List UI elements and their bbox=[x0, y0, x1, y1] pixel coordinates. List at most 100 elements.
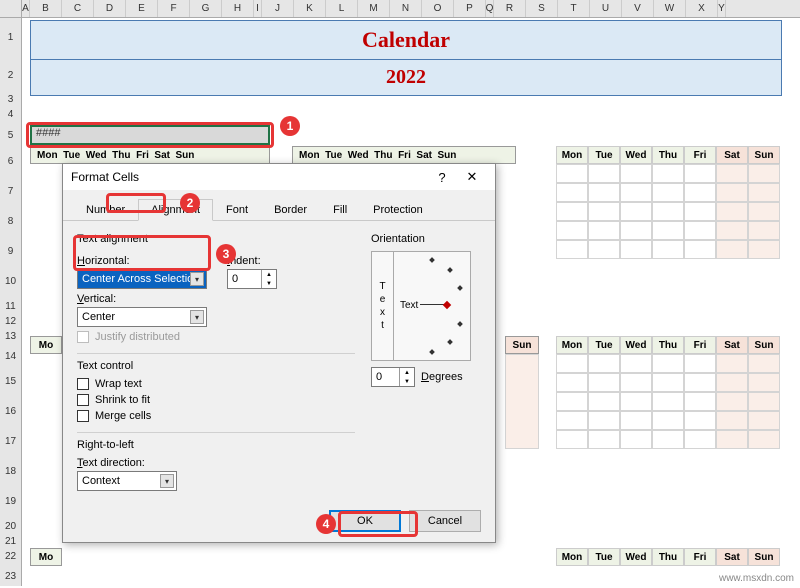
month9-head-sun: Sun bbox=[748, 548, 780, 566]
tab-alignment[interactable]: Alignment bbox=[138, 199, 213, 221]
indent-up-icon[interactable]: ▲ bbox=[262, 270, 276, 279]
col-U[interactable]: U bbox=[590, 0, 622, 17]
col-Q[interactable]: Q bbox=[486, 0, 494, 17]
ok-button[interactable]: OK bbox=[329, 510, 401, 532]
row-11[interactable]: 11 bbox=[0, 296, 22, 316]
row-4[interactable]: 4 bbox=[0, 104, 22, 125]
calendar-year-cell[interactable]: 2022 bbox=[30, 60, 782, 96]
merge-cells-checkbox[interactable]: Merge cells bbox=[77, 410, 355, 422]
row-8[interactable]: 8 bbox=[0, 206, 22, 236]
col-R[interactable]: R bbox=[494, 0, 526, 17]
col-A[interactable]: A bbox=[22, 0, 30, 17]
col-J[interactable]: J bbox=[262, 0, 294, 17]
close-button[interactable]: ✕ bbox=[457, 167, 487, 187]
month6-head-fri: Fri bbox=[684, 336, 716, 354]
row-18[interactable]: 18 bbox=[0, 456, 22, 486]
col-M[interactable]: M bbox=[358, 0, 390, 17]
col-E[interactable]: E bbox=[126, 0, 158, 17]
tab-border[interactable]: Border bbox=[261, 199, 320, 221]
col-H[interactable]: H bbox=[222, 0, 254, 17]
horizontal-select[interactable]: Center Across Selection ▾ bbox=[77, 269, 207, 289]
month3-head-fri: Fri bbox=[684, 146, 716, 164]
col-C[interactable]: C bbox=[62, 0, 94, 17]
col-D[interactable]: D bbox=[94, 0, 126, 17]
col-P[interactable]: P bbox=[454, 0, 486, 17]
col-T[interactable]: T bbox=[558, 0, 590, 17]
row-15[interactable]: 15 bbox=[0, 366, 22, 396]
row-20[interactable]: 20 bbox=[0, 516, 22, 536]
row-16[interactable]: 16 bbox=[0, 396, 22, 426]
row-2[interactable]: 2 bbox=[0, 56, 22, 94]
col-N[interactable]: N bbox=[390, 0, 422, 17]
row-13[interactable]: 13 bbox=[0, 326, 22, 346]
row-12[interactable]: 12 bbox=[0, 316, 22, 326]
horizontal-value: Center Across Selection bbox=[82, 273, 199, 285]
col-Y[interactable]: Y bbox=[718, 0, 726, 17]
month6-grid[interactable]: Mon Tue Wed Thu Fri Sat Sun bbox=[556, 336, 780, 449]
degrees-up-icon[interactable]: ▲ bbox=[400, 368, 414, 377]
month2-day-header-row[interactable]: Mon Tue Wed Thu Fri Sat Sun bbox=[292, 146, 516, 164]
shrink-to-fit-checkbox[interactable]: Shrink to fit bbox=[77, 394, 355, 406]
month4-head-mon: Mo bbox=[30, 336, 62, 354]
horizontal-label: Horizontal: bbox=[77, 255, 207, 267]
tab-fill[interactable]: Fill bbox=[320, 199, 360, 221]
row-23[interactable]: 23 bbox=[0, 566, 22, 586]
row-19[interactable]: 19 bbox=[0, 486, 22, 516]
month3-head-tue: Tue bbox=[588, 146, 620, 164]
calendar-title-cell[interactable]: Calendar bbox=[30, 20, 782, 60]
row-5[interactable]: 5 bbox=[0, 125, 22, 146]
col-O[interactable]: O bbox=[422, 0, 454, 17]
col-B[interactable]: B bbox=[30, 0, 62, 17]
orientation-dial[interactable]: Text bbox=[394, 252, 470, 360]
row-1[interactable]: 1 bbox=[0, 18, 22, 56]
dialog-titlebar[interactable]: Format Cells ? ✕ bbox=[63, 164, 495, 190]
watermark: www.msxdn.com bbox=[719, 573, 794, 584]
text-direction-select[interactable]: Context ▾ bbox=[77, 471, 177, 491]
tab-protection[interactable]: Protection bbox=[360, 199, 436, 221]
month5-sun-cells[interactable] bbox=[505, 354, 539, 449]
col-F[interactable]: F bbox=[158, 0, 190, 17]
month3-head-sat: Sat bbox=[716, 146, 748, 164]
degrees-down-icon[interactable]: ▼ bbox=[400, 377, 414, 386]
indent-down-icon[interactable]: ▼ bbox=[262, 279, 276, 288]
row-17[interactable]: 17 bbox=[0, 426, 22, 456]
row-21[interactable]: 21 bbox=[0, 536, 22, 546]
col-V[interactable]: V bbox=[622, 0, 654, 17]
orientation-pointer-icon bbox=[443, 301, 451, 309]
tab-font[interactable]: Font bbox=[213, 199, 261, 221]
orientation-widget[interactable]: Text Text bbox=[371, 251, 471, 361]
selected-range[interactable]: #### bbox=[30, 125, 270, 145]
indent-stepper[interactable]: 0 ▲▼ bbox=[227, 269, 277, 289]
col-I[interactable]: I bbox=[254, 0, 262, 17]
section-text-alignment: Text alignment bbox=[77, 233, 355, 245]
month6-head-sat: Sat bbox=[716, 336, 748, 354]
month9-header[interactable]: Mon Tue Wed Thu Fri Sat Sun bbox=[556, 548, 780, 566]
vertical-select[interactable]: Center ▾ bbox=[77, 307, 207, 327]
degrees-stepper[interactable]: 0 ▲▼ bbox=[371, 367, 415, 387]
col-L[interactable]: L bbox=[326, 0, 358, 17]
col-X[interactable]: X bbox=[686, 0, 718, 17]
col-G[interactable]: G bbox=[190, 0, 222, 17]
month1-day-header-row[interactable]: Mon Tue Wed Thu Fri Sat Sun bbox=[30, 146, 270, 164]
row-6[interactable]: 6 bbox=[0, 146, 22, 176]
row-22[interactable]: 22 bbox=[0, 546, 22, 566]
col-W[interactable]: W bbox=[654, 0, 686, 17]
col-S[interactable]: S bbox=[526, 0, 558, 17]
wrap-text-checkbox[interactable]: Wrap text bbox=[77, 378, 355, 390]
row-9[interactable]: 9 bbox=[0, 236, 22, 266]
row-14[interactable]: 14 bbox=[0, 346, 22, 366]
degrees-label: Degrees bbox=[421, 371, 463, 383]
select-all-corner[interactable] bbox=[0, 0, 22, 17]
cancel-button[interactable]: Cancel bbox=[409, 510, 481, 532]
col-K[interactable]: K bbox=[294, 0, 326, 17]
help-button[interactable]: ? bbox=[427, 167, 457, 187]
month3-grid[interactable]: Mon Tue Wed Thu Fri Sat Sun bbox=[556, 146, 780, 259]
selected-cell-value: #### bbox=[32, 127, 60, 139]
row-10[interactable]: 10 bbox=[0, 266, 22, 296]
orientation-vertical-text[interactable]: Text bbox=[372, 252, 394, 360]
month6-head-sun: Sun bbox=[748, 336, 780, 354]
section-right-to-left: Right-to-left bbox=[77, 439, 355, 451]
row-3[interactable]: 3 bbox=[0, 94, 22, 104]
tab-number[interactable]: Number bbox=[73, 199, 138, 221]
row-7[interactable]: 7 bbox=[0, 176, 22, 206]
